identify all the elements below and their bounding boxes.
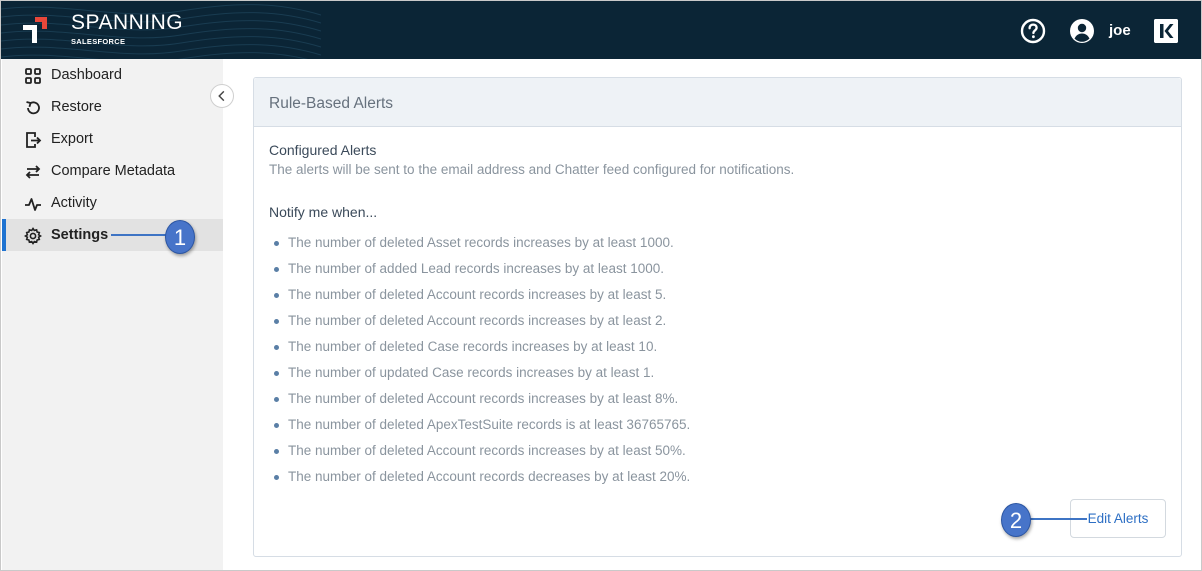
bullet-icon [274,293,279,298]
bullet-icon [274,267,279,272]
callout-1-line [111,234,169,236]
alert-text: The number of updated Case records incre… [288,365,655,380]
list-item: The number of deleted Account records in… [274,443,690,469]
sidebar-item-dashboard[interactable]: Dashboard [2,59,223,91]
sidebar-item-label: Export [51,131,93,147]
grid-icon [25,68,41,84]
brand-name: SPANNING [71,11,184,34]
gear-icon [24,227,42,245]
list-item: The number of deleted Account records in… [274,313,690,339]
help-icon[interactable] [1020,18,1046,44]
bullet-icon [274,449,279,454]
panel-title: Rule-Based Alerts [269,95,394,112]
callout-2-line [1025,518,1087,520]
list-item: The number of deleted Case records incre… [274,339,690,365]
restore-icon [26,101,40,115]
export-icon [26,132,42,148]
kaseya-k-icon[interactable] [1154,19,1178,43]
user-avatar-icon[interactable] [1069,18,1095,44]
username[interactable]: joe [1109,22,1131,39]
list-item: The number of deleted Account records de… [274,469,690,495]
sidebar-item-label: Activity [51,195,97,211]
swap-arrows-icon [25,165,41,179]
panel-header: Rule-Based Alerts [254,78,1181,127]
activity-icon [25,198,41,211]
bullet-icon [274,319,279,324]
sidebar-item-label: Restore [51,99,102,115]
sidebar-item-restore[interactable]: Restore [2,91,223,123]
bullet-icon [274,371,279,376]
app-window: SPANNING SALESFORCE joe Dashboard Restor… [0,0,1202,571]
bullet-icon [274,397,279,402]
list-item: The number of deleted Asset records incr… [274,235,690,261]
sidebar-item-activity[interactable]: Activity [2,187,223,219]
sidebar-item-label: Dashboard [51,67,122,83]
alert-text: The number of deleted Account records de… [288,469,691,484]
alert-text: The number of deleted Asset records incr… [288,235,674,250]
sidebar: Dashboard Restore Export Compare Metadat… [2,59,223,570]
configured-alerts-description: The alerts will be sent to the email add… [269,162,795,177]
chevron-left-icon [218,90,225,102]
active-indicator [2,219,6,251]
callout-1-badge: 1 [165,220,195,254]
callout-2-badge: 2 [1001,503,1031,537]
rule-based-alerts-panel: Rule-Based Alerts Configured Alerts The … [253,77,1182,557]
bullet-icon [274,423,279,428]
brand-subtitle: SALESFORCE [71,37,126,46]
alert-text: The number of deleted Account records in… [288,391,679,406]
list-item: The number of deleted Account records in… [274,287,690,313]
alert-text: The number of added Lead records increas… [288,261,664,276]
sidebar-item-compare-metadata[interactable]: Compare Metadata [2,155,223,187]
alert-text: The number of deleted ApexTestSuite reco… [288,417,691,432]
sidebar-item-label: Settings [51,227,109,243]
list-item: The number of deleted ApexTestSuite reco… [274,417,690,443]
spanning-logo-icon [23,17,47,43]
top-header: SPANNING SALESFORCE joe [1,1,1201,59]
bullet-icon [274,241,279,246]
configured-alerts-title: Configured Alerts [269,142,377,158]
bullet-icon [274,475,279,480]
alert-text: The number of deleted Account records in… [288,313,667,328]
notify-label: Notify me when... [269,204,378,220]
sidebar-collapse-button[interactable] [210,84,234,108]
alert-text: The number of deleted Account records in… [288,443,686,458]
list-item: The number of deleted Account records in… [274,391,690,417]
alert-text: The number of deleted Account records in… [288,287,667,302]
alert-text: The number of deleted Case records incre… [288,339,658,354]
list-item: The number of added Lead records increas… [274,261,690,287]
sidebar-item-label: Compare Metadata [51,163,176,179]
sidebar-item-export[interactable]: Export [2,123,223,155]
list-item: The number of updated Case records incre… [274,365,690,391]
alert-list: The number of deleted Asset records incr… [274,235,690,495]
bullet-icon [274,345,279,350]
